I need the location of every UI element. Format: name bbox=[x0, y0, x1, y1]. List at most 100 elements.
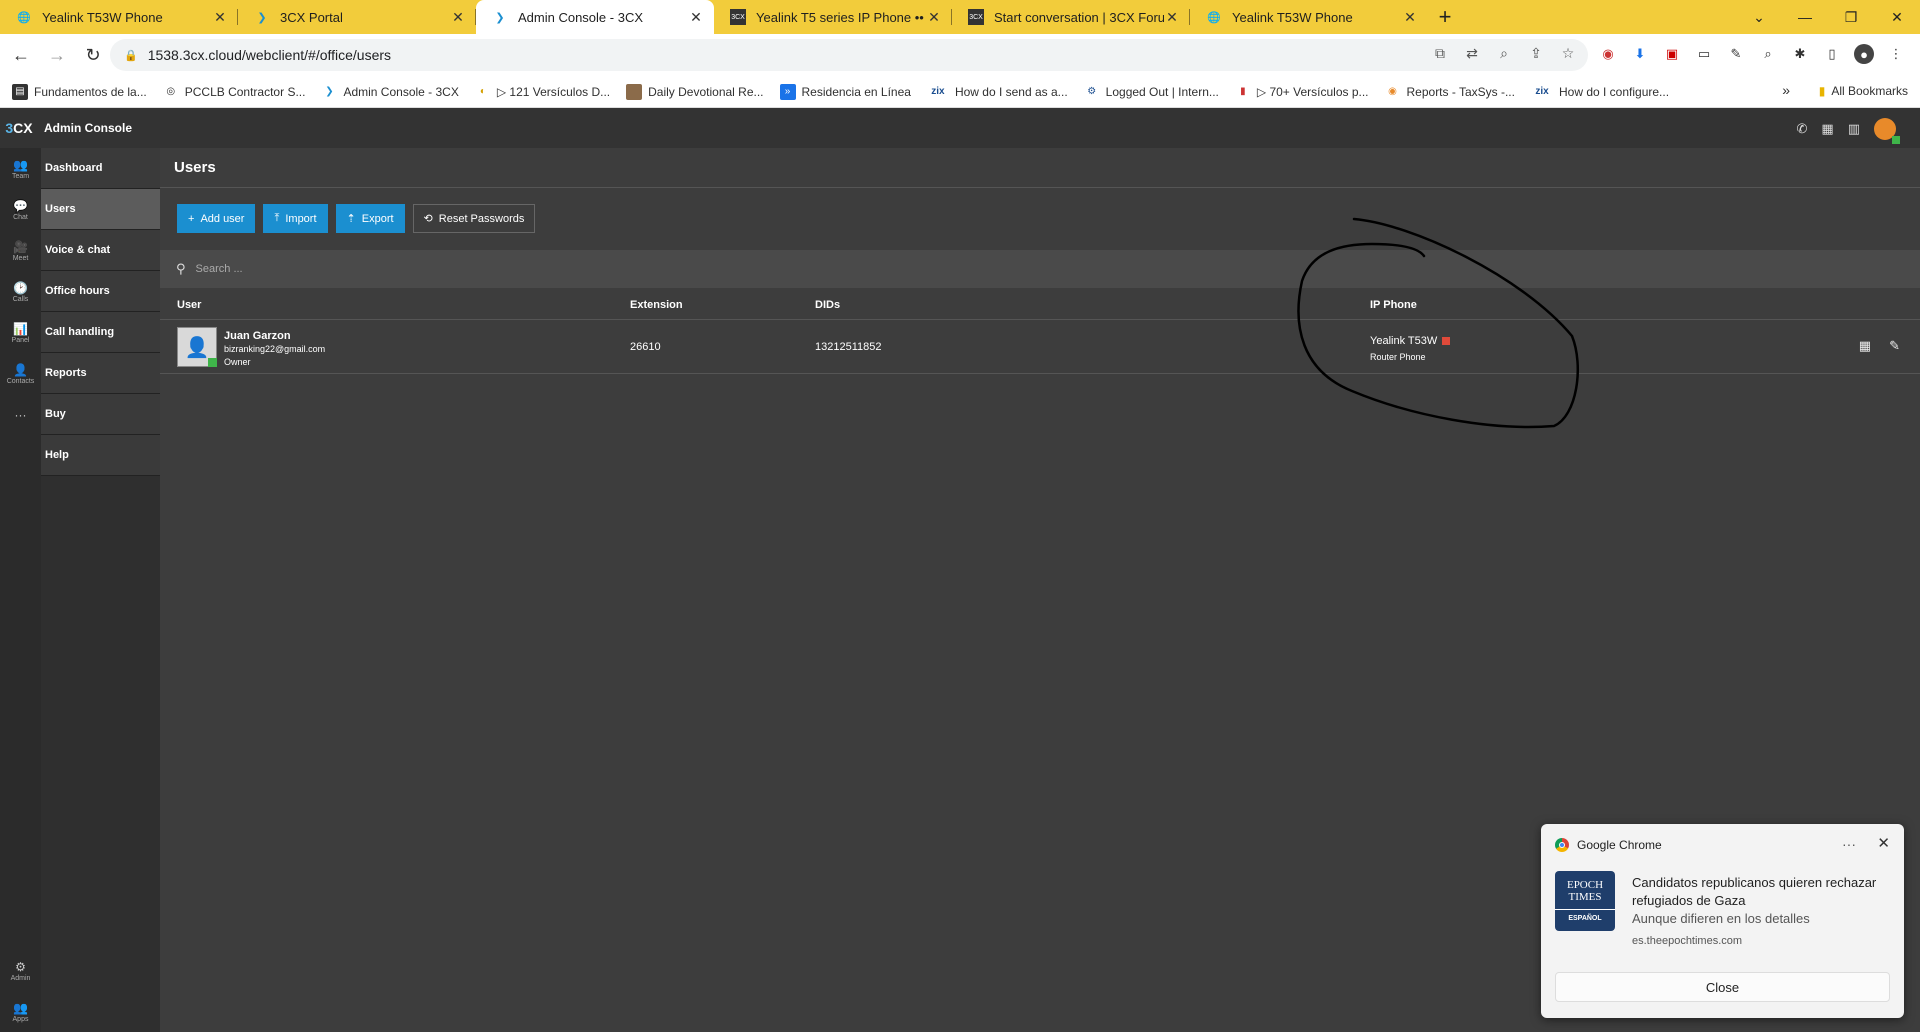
rail-contacts[interactable]: 👤 Contacts bbox=[0, 353, 41, 394]
bookmark-item[interactable]: ▤ Fundamentos de la... bbox=[12, 83, 147, 100]
restore-icon[interactable]: ❐ bbox=[1828, 0, 1874, 34]
export-button[interactable]: ⇡ Export bbox=[335, 204, 405, 233]
window-controls: ⌄ — ❐ ✕ bbox=[1736, 0, 1920, 34]
upload-icon: ⤒ bbox=[274, 212, 280, 224]
3cx-forum-icon: 3CX bbox=[968, 9, 984, 25]
open-in-app-icon[interactable]: ⧉ bbox=[1430, 45, 1450, 62]
sidebar-icon[interactable]: ▯ bbox=[1822, 44, 1842, 64]
close-icon[interactable]: ✕ bbox=[1402, 9, 1418, 26]
all-bookmarks-button[interactable]: ▮ All Bookmarks bbox=[1819, 84, 1908, 98]
rail-team[interactable]: 👥 Team bbox=[0, 148, 41, 189]
sidebar-item-voice-chat[interactable]: Voice & chat bbox=[41, 230, 160, 271]
team-icon: 👥 bbox=[13, 157, 28, 172]
more-options-icon[interactable]: ··· bbox=[1842, 836, 1856, 852]
sidebar-item-buy[interactable]: Buy bbox=[41, 394, 160, 435]
bookmark-item[interactable]: ▮ ▷ 70+ Versículos p... bbox=[1235, 84, 1369, 100]
more-bookmarks-icon[interactable]: » bbox=[1782, 82, 1790, 98]
new-tab-button[interactable]: + bbox=[1428, 0, 1462, 34]
bookmark-item[interactable]: ◎ PCCLB Contractor S... bbox=[163, 84, 305, 100]
menu-icon[interactable]: ⋮ bbox=[1886, 44, 1906, 64]
tab-yealink-forum[interactable]: 3CX Yealink T5 series IP Phone •• Co ✕ bbox=[714, 0, 952, 34]
bookmark-star-icon[interactable]: ☆ bbox=[1558, 45, 1578, 62]
search-input[interactable] bbox=[195, 263, 596, 275]
tab-yealink-2[interactable]: 🌐 Yealink T53W Phone ✕ bbox=[1190, 0, 1428, 34]
add-user-button[interactable]: + Add user bbox=[177, 204, 256, 233]
online-status-icon bbox=[1892, 136, 1900, 144]
address-bar[interactable]: 🔒 1538.3cx.cloud/webclient/#/office/user… bbox=[110, 39, 1588, 71]
column-user[interactable]: User bbox=[177, 299, 201, 311]
rail-calls[interactable]: 🕑 Calls bbox=[0, 271, 41, 312]
tab-title: Start conversation | 3CX Forums bbox=[994, 9, 1164, 25]
rail-apps[interactable]: 👥 Apps bbox=[0, 991, 41, 1032]
book-icon[interactable]: ▥ bbox=[1848, 121, 1860, 137]
tab-yealink-1[interactable]: 🌐 Yealink T53W Phone ✕ bbox=[0, 0, 238, 34]
lock-icon[interactable]: 🔒 bbox=[124, 49, 138, 62]
table-row[interactable]: 👤 Juan Garzon bizranking22@gmail.com Own… bbox=[160, 320, 1920, 374]
rail-chat[interactable]: 💬 Chat bbox=[0, 189, 41, 230]
rail-panel[interactable]: 📊 Panel bbox=[0, 312, 41, 353]
sidebar-item-call-handling[interactable]: Call handling bbox=[41, 312, 160, 353]
sidebar-item-help[interactable]: Help bbox=[41, 435, 160, 476]
tab-search-icon[interactable]: ⌄ bbox=[1736, 0, 1782, 34]
puzzle-icon[interactable]: ✱ bbox=[1790, 44, 1810, 64]
bookmark-item[interactable]: ◉ Reports - TaxSys -... bbox=[1385, 84, 1515, 100]
extension-icon-2[interactable]: ▭ bbox=[1694, 44, 1714, 64]
bookmark-favicon-icon: ◉ bbox=[1388, 86, 1397, 97]
bookmark-item[interactable]: ⚙ Logged Out | Intern... bbox=[1084, 84, 1219, 100]
close-icon[interactable]: ✕ bbox=[1877, 834, 1890, 852]
column-ip-phone[interactable]: IP Phone bbox=[1370, 299, 1417, 311]
tab-title: Yealink T53W Phone bbox=[1232, 9, 1353, 25]
reset-passwords-button[interactable]: ⟲ Reset Passwords bbox=[412, 204, 536, 233]
phone-icon[interactable]: ✆ bbox=[1797, 121, 1808, 137]
bookmark-item[interactable]: » Residencia en Línea bbox=[779, 83, 911, 100]
qr-code-icon[interactable]: ▦ bbox=[1821, 121, 1833, 137]
notification-title: Candidatos republicanos quieren rechazar… bbox=[1632, 875, 1877, 908]
close-icon[interactable]: ✕ bbox=[926, 9, 942, 26]
bookmark-item[interactable]: zix How do I configure... bbox=[1531, 84, 1669, 100]
rail-admin[interactable]: ⚙ Admin bbox=[0, 950, 41, 991]
bookmark-item[interactable]: ◐ ▷ 121 Versículos D... bbox=[475, 84, 610, 100]
extension-icon-1[interactable]: ◉ bbox=[1598, 44, 1618, 64]
rail-meet[interactable]: 🎥 Meet bbox=[0, 230, 41, 271]
close-icon[interactable]: ✕ bbox=[688, 9, 704, 26]
user-avatar[interactable] bbox=[1874, 118, 1900, 144]
tab-3cx-portal[interactable]: ❯ 3CX Portal ✕ bbox=[238, 0, 476, 34]
share-icon[interactable]: ⇪ bbox=[1526, 45, 1546, 62]
close-button[interactable]: Close bbox=[1555, 972, 1890, 1002]
edit-pencil-icon[interactable]: ✎ bbox=[1889, 338, 1900, 354]
reload-icon[interactable]: ↻ bbox=[78, 40, 108, 70]
tab-start-conversation[interactable]: 3CX Start conversation | 3CX Forums ✕ bbox=[952, 0, 1190, 34]
column-dids[interactable]: DIDs bbox=[815, 299, 840, 311]
bookmark-item[interactable]: Daily Devotional Re... bbox=[626, 83, 764, 100]
bookmark-item[interactable]: zix How do I send as a... bbox=[927, 84, 1067, 100]
zoom-icon[interactable]: ⌕ bbox=[1494, 45, 1514, 62]
sidebar-item-dashboard[interactable]: Dashboard bbox=[41, 148, 160, 189]
tab-admin-console[interactable]: ❯ Admin Console - 3CX ✕ bbox=[476, 0, 714, 34]
extension-icon-3[interactable]: ⌕ bbox=[1758, 44, 1778, 64]
profile-avatar-icon[interactable]: ● bbox=[1854, 44, 1874, 64]
close-window-icon[interactable]: ✕ bbox=[1874, 0, 1920, 34]
sidebar-item-office-hours[interactable]: Office hours bbox=[41, 271, 160, 312]
back-icon[interactable]: ← bbox=[6, 40, 36, 70]
bookmark-item[interactable]: ❯ Admin Console - 3CX bbox=[321, 84, 459, 100]
eyedropper-icon[interactable]: ✎ bbox=[1726, 44, 1746, 64]
3cx-logo[interactable]: 3CX bbox=[0, 120, 38, 136]
minimize-icon[interactable]: — bbox=[1782, 0, 1828, 34]
bookmark-label: ▷ 70+ Versículos p... bbox=[1256, 84, 1369, 99]
sidebar-item-reports[interactable]: Reports bbox=[41, 353, 160, 394]
download-icon[interactable]: ⬇ bbox=[1630, 44, 1650, 64]
close-icon[interactable]: ✕ bbox=[450, 9, 466, 26]
sidebar-item-users[interactable]: Users bbox=[41, 189, 160, 230]
user-name: Juan Garzon bbox=[224, 330, 291, 342]
translate-icon[interactable]: ⇄ bbox=[1462, 45, 1482, 62]
browser-tab-bar: 🌐 Yealink T53W Phone ✕ ❯ 3CX Portal ✕ ❯ Admin… bbox=[0, 0, 1920, 34]
qr-provision-icon[interactable]: ▦ bbox=[1859, 338, 1871, 354]
close-icon[interactable]: ✕ bbox=[1164, 9, 1180, 26]
forward-icon[interactable]: → bbox=[42, 40, 72, 70]
epoch-times-logo: EPOCH TIMES ESPAÑOL bbox=[1555, 871, 1615, 931]
close-icon[interactable]: ✕ bbox=[212, 9, 228, 26]
import-button[interactable]: ⤒ Import bbox=[263, 204, 328, 233]
rail-more[interactable]: ··· bbox=[0, 394, 41, 435]
pdf-icon[interactable]: ▣ bbox=[1662, 44, 1682, 64]
column-extension[interactable]: Extension bbox=[630, 299, 683, 311]
